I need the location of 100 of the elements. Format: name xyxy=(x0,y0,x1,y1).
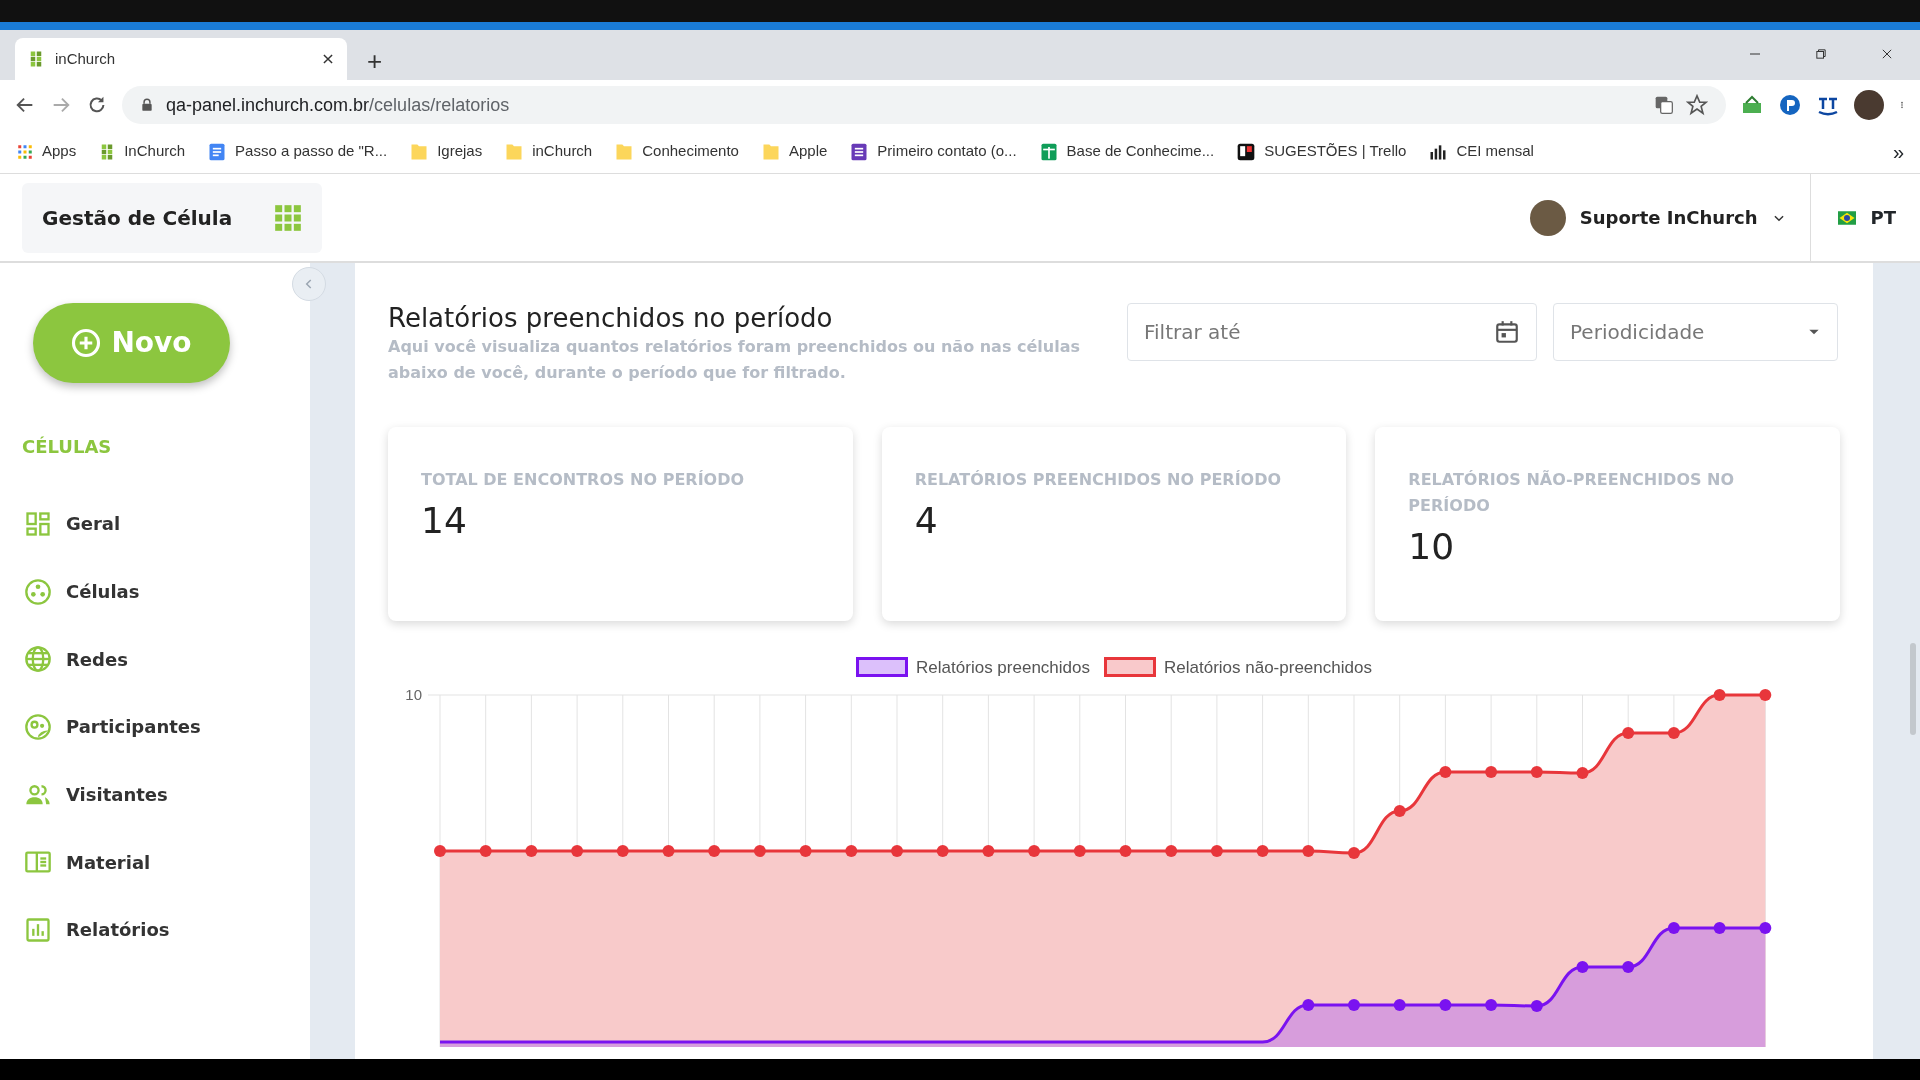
stat-label: TOTAL DE ENCONTROS NO PERÍODO xyxy=(421,469,746,492)
data-point[interactable] xyxy=(1667,921,1680,934)
data-point[interactable] xyxy=(799,844,812,857)
star-icon[interactable] xyxy=(1686,94,1708,116)
bookmark-link[interactable]: Primeiro contato (o... xyxy=(849,140,1017,163)
bookmark-link[interactable]: SUGESTÕES | Trello xyxy=(1236,140,1407,163)
data-point[interactable] xyxy=(479,844,492,857)
data-point[interactable] xyxy=(1439,765,1452,778)
data-point[interactable] xyxy=(1530,999,1543,1012)
bookmark-link[interactable]: CEI mensal xyxy=(1428,140,1534,163)
bookmark-link[interactable]: Conhecimento xyxy=(614,140,739,163)
data-point[interactable] xyxy=(1348,998,1360,1011)
sidebar-item[interactable]: Material xyxy=(22,828,288,897)
sidebar-item[interactable]: Geral xyxy=(22,490,288,558)
scrollbar[interactable] xyxy=(1910,643,1916,735)
data-point[interactable] xyxy=(1759,688,1772,701)
bookmark-link[interactable]: Base de Conhecime... xyxy=(1038,140,1215,163)
url-text: qa-panel.inchurch.com.br/celulas/relatorios xyxy=(166,93,511,117)
grid-icon xyxy=(24,509,52,538)
data-point[interactable] xyxy=(662,844,675,857)
data-point[interactable] xyxy=(1530,765,1543,778)
stat-label: RELATÓRIOS NÃO-PREENCHIDOS NO PERÍODO xyxy=(1408,469,1736,517)
legend-item[interactable]: Relatórios preenchidos xyxy=(856,655,1090,681)
data-point[interactable] xyxy=(1165,844,1178,857)
data-point[interactable] xyxy=(1439,998,1452,1011)
axis-tick-label: 10 xyxy=(405,685,422,703)
stat-value: 4 xyxy=(914,498,939,543)
data-point[interactable] xyxy=(1028,844,1041,857)
bookmark-link[interactable]: Apps xyxy=(16,140,77,163)
data-point[interactable] xyxy=(1393,804,1406,817)
data-point[interactable] xyxy=(1302,844,1315,857)
sidebar-item[interactable]: Participantes xyxy=(22,693,288,761)
date-filter-field[interactable]: Filtrar até xyxy=(1127,303,1537,361)
user-avatar xyxy=(1529,199,1566,236)
data-point[interactable] xyxy=(1210,844,1223,857)
sidebar-item[interactable]: Redes xyxy=(22,625,288,694)
plus-circle-icon xyxy=(71,328,102,358)
language-selector[interactable]: PT xyxy=(1870,204,1896,231)
data-point[interactable] xyxy=(1622,960,1635,973)
report-title: Relatórios preenchidos no período xyxy=(388,303,834,335)
data-point[interactable] xyxy=(1759,921,1772,934)
data-point[interactable] xyxy=(1713,688,1726,701)
data-point[interactable] xyxy=(1713,921,1726,934)
period-select[interactable]: Periodicidade xyxy=(1553,303,1838,361)
address-bar[interactable]: qa-panel.inchurch.com.br/celulas/relatorios xyxy=(122,86,1726,124)
data-point[interactable] xyxy=(571,844,584,857)
sidebar-item[interactable]: Relatórios xyxy=(22,896,288,964)
data-point[interactable] xyxy=(1576,960,1589,973)
data-point[interactable] xyxy=(891,844,903,857)
report-description: Aqui você visualiza quantos relatórios foram preenchidos ou não nas células abaixo de você, durante o período que for filtrado. xyxy=(388,336,1081,384)
data-point[interactable] xyxy=(1393,998,1406,1011)
sidebar-item[interactable]: Visitantes xyxy=(22,760,288,829)
data-point[interactable] xyxy=(434,844,446,857)
document-icon xyxy=(207,141,228,162)
bookmark-link[interactable]: inChurch xyxy=(504,140,593,163)
translate-icon[interactable] xyxy=(1654,95,1674,115)
new-tab-button[interactable]: + xyxy=(361,48,389,74)
data-point[interactable] xyxy=(708,844,721,857)
tab-title: inChurch xyxy=(55,48,117,69)
data-point[interactable] xyxy=(845,844,858,857)
apps-grid-icon xyxy=(16,142,34,161)
data-point[interactable] xyxy=(616,844,629,857)
sidebar-item[interactable]: Células xyxy=(22,557,288,626)
globe-icon xyxy=(24,645,52,674)
chart-icon xyxy=(24,915,52,944)
stat-label: RELATÓRIOS PREENCHIDOS NO PERÍODO xyxy=(914,469,1283,492)
data-point[interactable] xyxy=(1622,726,1635,739)
bookmark-link[interactable]: InChurch xyxy=(98,140,186,163)
more-bookmarks-button[interactable]: » xyxy=(1892,136,1904,167)
data-point[interactable] xyxy=(1576,766,1589,779)
data-point[interactable] xyxy=(1667,726,1680,739)
data-point[interactable] xyxy=(525,844,538,857)
board-icon xyxy=(1236,141,1257,162)
data-point[interactable] xyxy=(1485,765,1498,778)
app-title: Gestão de Célula xyxy=(42,204,233,232)
stat-value: 10 xyxy=(1408,524,1456,568)
stat-value: 14 xyxy=(421,498,468,543)
legend-item[interactable]: Relatórios não-preenchidos xyxy=(1104,655,1372,681)
data-point[interactable] xyxy=(1485,998,1498,1011)
data-point[interactable] xyxy=(753,844,766,857)
lock-icon xyxy=(140,97,154,113)
extension-icon[interactable] xyxy=(1778,93,1802,117)
data-point[interactable] xyxy=(1348,846,1360,859)
data-point[interactable] xyxy=(1073,844,1086,857)
data-point[interactable] xyxy=(936,844,949,857)
data-point[interactable] xyxy=(1302,998,1315,1011)
browser-tab[interactable]: inChurch xyxy=(15,38,347,80)
profile-avatar[interactable] xyxy=(1854,90,1884,120)
bookmark-link[interactable]: Passo a passo de "R... xyxy=(207,140,388,163)
bookmark-link[interactable]: Apple xyxy=(760,140,828,163)
data-point[interactable] xyxy=(982,844,995,857)
close-icon[interactable] xyxy=(321,52,335,66)
form-icon xyxy=(849,141,870,162)
data-point[interactable] xyxy=(1119,844,1132,857)
calendar-icon xyxy=(1494,319,1520,345)
bookmark-link[interactable]: Igrejas xyxy=(409,140,483,163)
circle-dots-icon xyxy=(24,577,52,606)
user-name[interactable]: Suporte InChurch xyxy=(1579,204,1758,231)
section-heading: CÉLULAS xyxy=(22,435,113,459)
data-point[interactable] xyxy=(1256,844,1269,857)
